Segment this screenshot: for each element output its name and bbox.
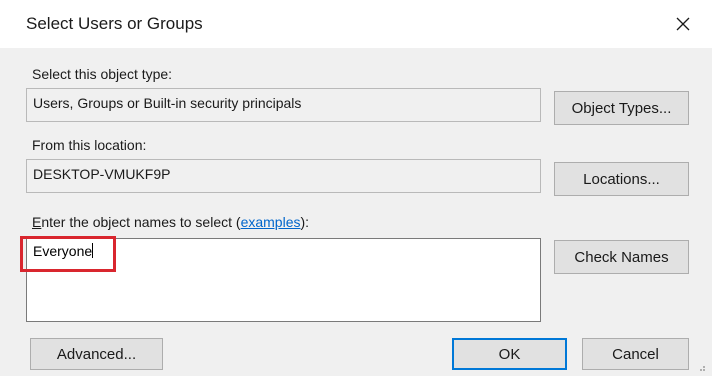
object-names-value: Everyone: [33, 243, 93, 259]
object-names-label-text: nter the object names to select (: [41, 214, 241, 230]
close-icon: [676, 17, 690, 31]
object-names-input[interactable]: Everyone: [26, 238, 541, 322]
object-types-button[interactable]: Object Types...: [554, 91, 689, 125]
dialog-title: Select Users or Groups: [26, 14, 203, 33]
location-field: DESKTOP-VMUKF9P: [26, 159, 541, 193]
object-type-field: Users, Groups or Built-in security princ…: [26, 88, 541, 122]
object-names-label: Enter the object names to select (exampl…: [32, 214, 309, 230]
advanced-button[interactable]: Advanced...: [30, 338, 163, 370]
check-names-button[interactable]: Check Names: [554, 240, 689, 274]
select-users-dialog: Select Users or Groups Select this objec…: [0, 0, 712, 376]
object-names-label-accesskey: E: [32, 214, 42, 230]
examples-link[interactable]: examples: [241, 214, 301, 230]
object-names-label-end: ):: [300, 214, 310, 230]
text-caret: [92, 243, 94, 258]
close-button[interactable]: [664, 8, 702, 40]
title-bar: Select Users or Groups: [0, 0, 712, 48]
locations-button[interactable]: Locations...: [554, 162, 689, 196]
resize-grip-icon[interactable]: [696, 362, 706, 372]
ok-button[interactable]: OK: [452, 338, 567, 370]
location-label: From this location:: [32, 137, 147, 153]
object-type-label: Select this object type:: [32, 66, 173, 82]
cancel-button[interactable]: Cancel: [582, 338, 689, 370]
